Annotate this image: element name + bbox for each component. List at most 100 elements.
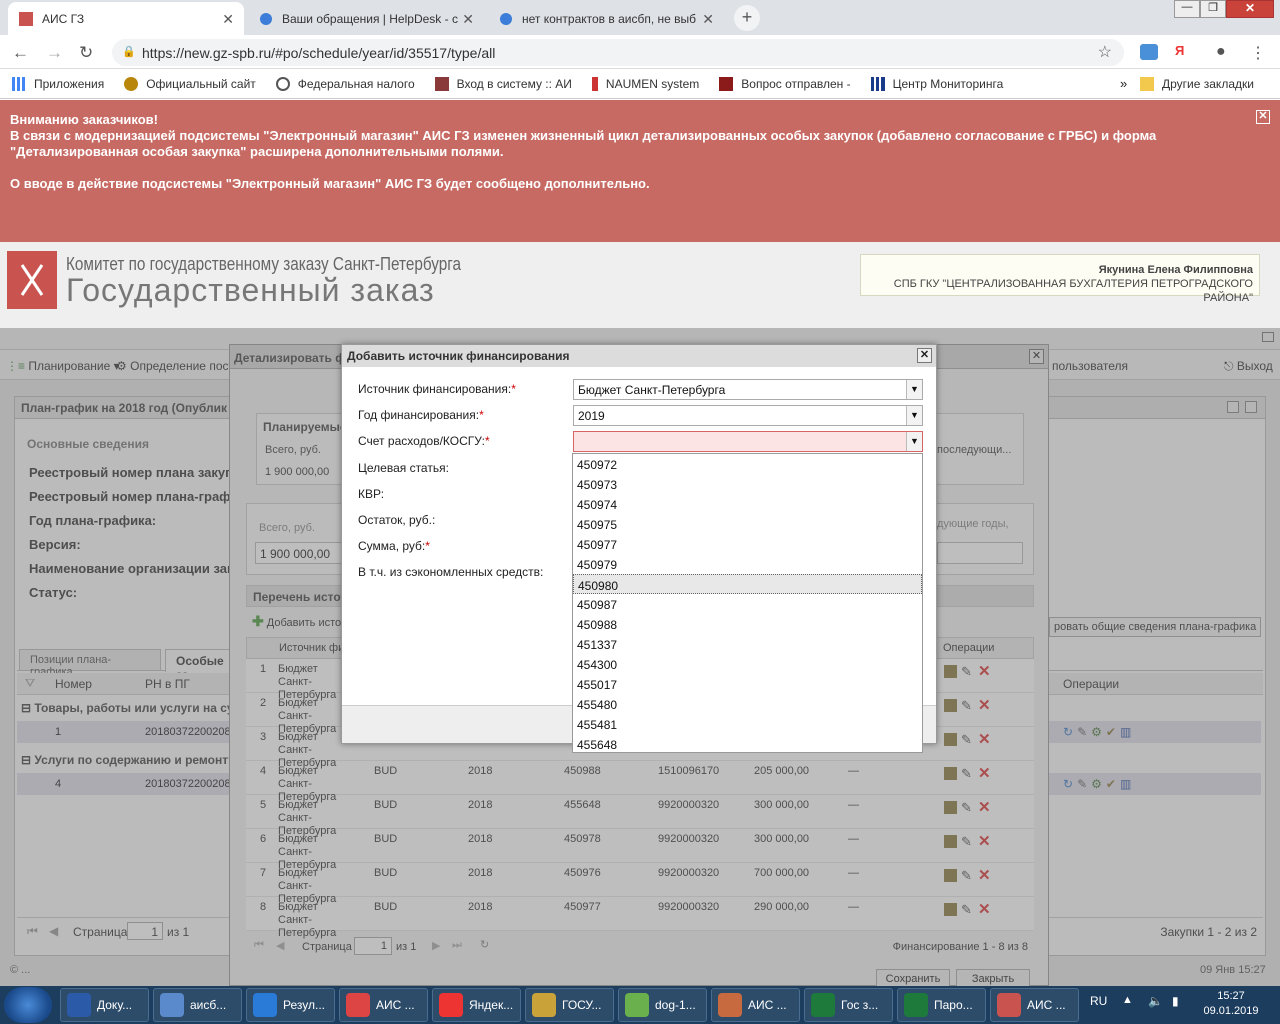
back-arrow-icon[interactable]: ← (12, 43, 29, 63)
dropdown-option[interactable]: 450972 (573, 454, 922, 474)
dropdown-option[interactable]: 450974 (573, 494, 922, 514)
other-bookmarks[interactable]: Другие закладки (1140, 77, 1254, 91)
taskbar-item-yandex[interactable]: Яндек... (432, 988, 521, 1022)
extension-icon[interactable] (1140, 44, 1158, 60)
network-icon[interactable]: ▮ (1172, 994, 1179, 1008)
url-field[interactable]: 🔒 https://new.gz-spb.ru/#po/schedule/yea… (112, 39, 1124, 66)
label-source: Источник финансирования:* (358, 382, 516, 396)
banner-text-2: О вводе в действие подсистемы "Электронн… (10, 176, 650, 191)
label-target: Целевая статья: (358, 461, 449, 475)
tax-service-icon (275, 76, 290, 91)
yandex-extension-icon[interactable]: Я (1175, 43, 1184, 58)
profile-icon[interactable]: ● (1216, 43, 1226, 61)
logo (7, 251, 57, 309)
lock-icon: 🔒 (122, 46, 136, 58)
year-select[interactable]: 2019 ▼ (573, 405, 923, 426)
dropdown-option[interactable]: 450973 (573, 474, 922, 494)
taskbar-item-excel[interactable]: Гос з... (804, 988, 893, 1022)
dropdown-option[interactable]: 451337 (573, 634, 922, 654)
label-kvr: КВР: (358, 487, 385, 501)
kosgu-dropdown-list: 450972 450973 450974 450975 450977 450979 4509… (572, 453, 923, 753)
naumen-icon (591, 76, 598, 91)
user-org: СПБ ГКУ "ЦЕНТРАЛИЗОВАННАЯ БУХГАЛТЕРИЯ ПЕ… (893, 278, 1253, 304)
ais-icon (718, 993, 742, 1017)
tab-ais-gz[interactable]: АИС ГЗ ✕ (8, 2, 244, 35)
taskbar-item-chrome[interactable]: АИС ... (339, 988, 428, 1022)
banner-text: В связи с модернизацией подсистемы "Элек… (10, 128, 1157, 159)
dropdown-option[interactable]: 455017 (573, 674, 922, 694)
dropdown-option[interactable]: 455480 (573, 694, 922, 714)
taskbar-item-excel2[interactable]: Паро... (897, 988, 986, 1022)
bookmark-tax[interactable]: Федеральная налого (275, 76, 415, 91)
window-close-button[interactable]: ✕ (1226, 0, 1274, 18)
new-tab-button[interactable]: + (734, 5, 760, 31)
minimize-button[interactable]: — (1174, 0, 1200, 18)
tab-close-icon[interactable]: ✕ (702, 11, 714, 28)
tab-title: Ваши обращения | HelpDesk - с (282, 11, 458, 26)
taskbar-item-skype[interactable]: dog-1... (618, 988, 707, 1022)
tray-arrow-icon[interactable]: ▲ (1122, 994, 1133, 1006)
bookmark-apps[interactable]: Приложения (12, 76, 104, 91)
user-name: Якунина Елена Филипповна (1098, 264, 1253, 276)
taskbar-item-folder[interactable]: ГОСУ... (525, 988, 614, 1022)
bookmarks-bar: Приложения Официальный сайт Федеральная … (0, 69, 1280, 99)
bookmark-naumen[interactable]: NAUMEN system (591, 76, 699, 91)
modal-close-icon[interactable]: ✕ (917, 348, 932, 363)
dropdown-option[interactable]: 450975 (573, 514, 922, 534)
login-icon (434, 76, 449, 91)
globe-icon (498, 11, 514, 27)
start-button[interactable] (4, 987, 52, 1023)
address-bar-row: ← → ↻ 🔒 https://new.gz-spb.ru/#po/schedu… (0, 35, 1280, 69)
window-controls: — ❐ ✕ (1174, 0, 1280, 20)
volume-icon[interactable]: 🔈 (1148, 994, 1163, 1008)
yandex-icon (439, 993, 463, 1017)
bookmark-monitoring[interactable]: Центр Мониторинга (870, 76, 1003, 91)
taskbar-item-word[interactable]: Доку... (60, 988, 149, 1022)
taskbar-item-ais2[interactable]: АИС ... (990, 988, 1079, 1022)
banner-heading: Вниманию заказчиков! (10, 112, 158, 127)
bookmark-login[interactable]: Вход в систему :: АИ (434, 76, 572, 91)
dropdown-option[interactable]: 450987 (573, 594, 922, 614)
bookmark-question[interactable]: Вопрос отправлен - (719, 76, 851, 91)
tab-helpdesk[interactable]: Ваши обращения | HelpDesk - с ✕ (248, 2, 484, 35)
folder-icon (1140, 77, 1154, 91)
excel2-icon (904, 993, 928, 1017)
windows-taskbar: Доку... аисб... Резул... АИС ... Яндек... ГОС… (0, 986, 1280, 1024)
word-icon (67, 993, 91, 1017)
clock[interactable]: 15:27 09.01.2019 (1196, 989, 1266, 1019)
reload-icon[interactable]: ↻ (79, 43, 93, 63)
chevron-down-icon[interactable]: ▼ (906, 432, 922, 451)
menu-kebab-icon[interactable]: ⋮ (1250, 43, 1266, 63)
taskbar-item-ais[interactable]: АИС ... (711, 988, 800, 1022)
label-account: Счет расходов/КОСГУ:* (358, 434, 490, 448)
taskbar-item-aisbp[interactable]: аисб... (153, 988, 242, 1022)
tab-close-icon[interactable]: ✕ (222, 11, 234, 28)
dropdown-option[interactable]: 450979 (573, 554, 922, 574)
tab-title: нет контрактов в аисбп, не выб (522, 11, 697, 26)
dropdown-option[interactable]: 450980 (573, 574, 922, 594)
forward-arrow-icon[interactable]: → (46, 43, 63, 63)
chevron-down-icon[interactable]: ▼ (906, 406, 922, 425)
bookmark-official-site[interactable]: Официальный сайт (124, 76, 256, 91)
taskbar-item-ie[interactable]: Резул... (246, 988, 335, 1022)
dropdown-option[interactable]: 455481 (573, 714, 922, 734)
dropdown-option[interactable]: 450988 (573, 614, 922, 634)
maximize-button[interactable]: ❐ (1200, 0, 1226, 18)
tab-title: АИС ГЗ (42, 11, 85, 26)
bookmark-star-icon[interactable]: ☆ (1098, 42, 1112, 62)
tab-contracts[interactable]: нет контрактов в аисбп, не выб ✕ (488, 2, 724, 35)
ais-favicon-icon (18, 11, 34, 27)
browser-tab-bar: АИС ГЗ ✕ Ваши обращения | HelpDesk - с ✕… (0, 0, 1280, 35)
tab-close-icon[interactable]: ✕ (462, 11, 474, 28)
chevron-down-icon[interactable]: ▼ (906, 380, 922, 399)
banner-close-button[interactable]: ✕ (1256, 110, 1270, 124)
dropdown-option[interactable]: 450977 (573, 534, 922, 554)
account-select[interactable]: ▼ (573, 431, 923, 452)
dropdown-option[interactable]: 454300 (573, 654, 922, 674)
bookmarks-more[interactable]: » (1120, 76, 1127, 91)
dropdown-option[interactable]: 455648 (573, 734, 922, 754)
label-balance: Остаток, руб.: (358, 513, 436, 527)
chart-bars-icon (870, 76, 885, 91)
source-select[interactable]: Бюджет Санкт-Петербурга ▼ (573, 379, 923, 400)
language-indicator[interactable]: RU (1090, 994, 1107, 1008)
